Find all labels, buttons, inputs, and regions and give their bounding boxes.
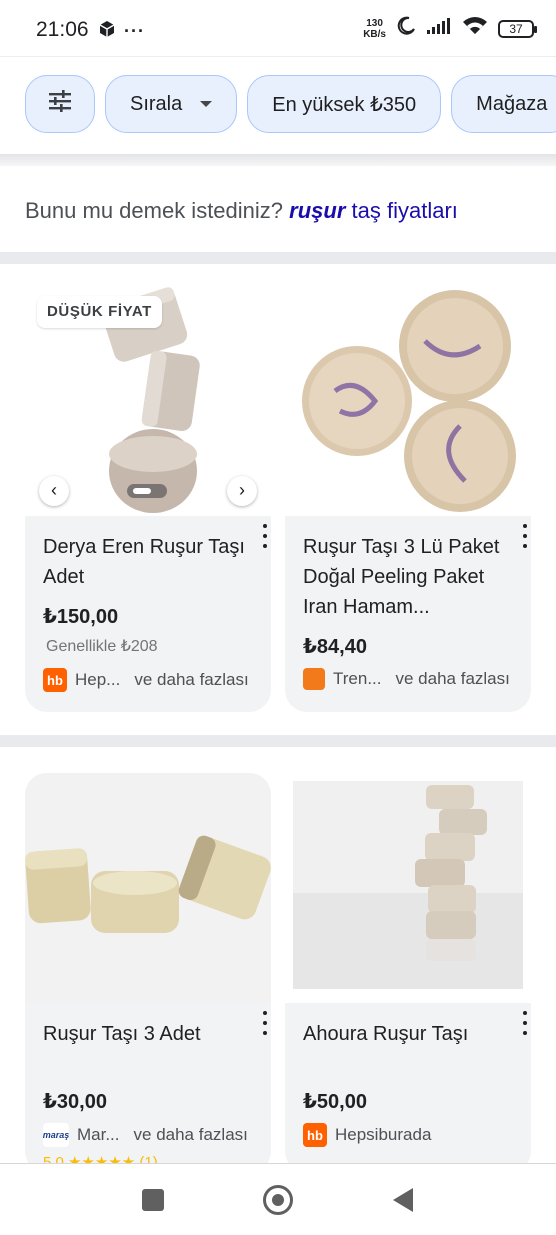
chevron-right-icon[interactable]: › <box>227 476 257 506</box>
signal-icon <box>426 17 452 40</box>
product-seller[interactable]: Tren... ve daha fazlası <box>303 668 510 690</box>
product-card[interactable]: Ruşur Taşı 3 Lü Paket Doğal Peeling Pake… <box>285 286 531 712</box>
system-navigation-bar <box>0 1163 556 1235</box>
product-title[interactable]: Ruşur Taşı 3 Adet <box>43 1019 248 1049</box>
product-card[interactable]: Ruşur Taşı 3 Adet ₺30,00 maraş Mar... ve… <box>25 773 271 1173</box>
chevron-down-icon <box>200 101 213 107</box>
product-card[interactable]: Ahoura Ruşur Taşı ₺50,00 hb Hepsiburada <box>285 773 531 1173</box>
box-icon <box>98 20 116 43</box>
product-card[interactable]: DÜŞÜK FİYAT ‹ › Derya Eren Ruşur Taşı Ad… <box>25 286 271 712</box>
product-seller[interactable]: hb Hep... ve daha fazlası <box>43 668 249 692</box>
more-sellers-link[interactable]: ve daha fazlası <box>134 1125 248 1145</box>
wifi-icon <box>462 16 488 41</box>
more-sellers-link[interactable]: ve daha fazlası <box>396 669 510 689</box>
product-image[interactable] <box>285 773 531 1003</box>
more-options-icon[interactable] <box>261 524 269 548</box>
store-chip[interactable]: Mağaza <box>451 75 556 133</box>
image-pager-indicator <box>127 484 167 498</box>
product-price: ₺30,00 <box>43 1091 107 1113</box>
did-you-mean-prefix: Bunu mu demek istediniz? <box>25 198 284 223</box>
hepsiburada-logo-icon: hb <box>303 1123 327 1147</box>
tune-icon <box>48 90 72 118</box>
product-image[interactable]: DÜŞÜK FİYAT ‹ › <box>25 286 271 516</box>
seller-name: Hepsiburada <box>335 1125 432 1144</box>
product-price: ₺84,40 <box>303 636 367 658</box>
max-price-chip-label: En yüksek ₺350 <box>272 93 417 116</box>
did-you-mean-suggestion[interactable]: ruşur taş fiyatları <box>289 198 458 223</box>
battery-icon: 37 <box>498 19 537 38</box>
more-options-icon[interactable] <box>261 1011 269 1035</box>
sort-chip[interactable]: Sırala <box>105 75 238 133</box>
status-bar: 21:06 ··· 130 KB/s 37 <box>0 0 556 56</box>
product-seller[interactable]: maraş Mar... ve daha fazlası <box>43 1123 248 1147</box>
divider <box>0 154 556 166</box>
product-image[interactable] <box>285 286 531 516</box>
divider <box>0 735 556 747</box>
max-price-chip[interactable]: En yüksek ₺350 <box>247 75 442 133</box>
seller-name: Hep... <box>75 670 121 689</box>
maras-logo-icon: maraş <box>43 1123 69 1147</box>
filter-bar: Sırala En yüksek ₺350 Mağaza <box>0 56 556 154</box>
recent-apps-button[interactable] <box>142 1189 164 1211</box>
product-price: ₺50,00 <box>303 1091 367 1113</box>
filter-settings-button[interactable] <box>25 75 95 133</box>
hepsiburada-logo-icon: hb <box>43 668 67 692</box>
back-button[interactable] <box>393 1188 413 1212</box>
status-time: 21:06 <box>36 18 89 41</box>
product-usual-price: Genellikle ₺208 <box>46 638 158 655</box>
moon-icon <box>396 16 416 41</box>
did-you-mean: Bunu mu demek istediniz? ruşur taş fiyat… <box>0 172 556 252</box>
seller-name: Tren... <box>333 669 382 688</box>
store-chip-label: Mağaza <box>476 92 548 115</box>
product-title[interactable]: Derya Eren Ruşur Taşı Adet <box>43 532 248 592</box>
trendyol-logo-icon <box>303 668 325 690</box>
home-button[interactable] <box>263 1185 293 1215</box>
chevron-left-icon[interactable]: ‹ <box>39 476 69 506</box>
more-status-indicator: ··· <box>124 21 145 41</box>
more-options-icon[interactable] <box>521 524 529 548</box>
divider <box>0 252 556 264</box>
product-price: ₺150,00 <box>43 606 119 628</box>
more-options-icon[interactable] <box>521 1011 529 1035</box>
more-sellers-link[interactable]: ve daha fazlası <box>134 670 248 690</box>
low-price-badge: DÜŞÜK FİYAT <box>37 296 162 328</box>
product-seller[interactable]: hb Hepsiburada <box>303 1123 431 1147</box>
network-speed: 130 KB/s <box>363 17 386 40</box>
product-title[interactable]: Ahoura Ruşur Taşı <box>303 1019 508 1049</box>
product-title[interactable]: Ruşur Taşı 3 Lü Paket Doğal Peeling Pake… <box>303 532 508 622</box>
seller-name: Mar... <box>77 1125 120 1144</box>
sort-chip-label: Sırala <box>130 92 183 115</box>
product-image[interactable] <box>25 773 271 1003</box>
